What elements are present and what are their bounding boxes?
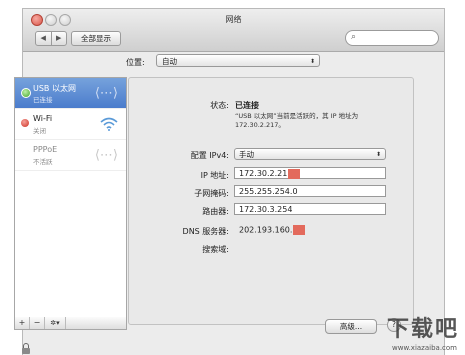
window-title: 网络	[225, 15, 242, 24]
status-description: “USB 以太网”当前是活跃的，其 IP 地址为 172.30.2.217。	[235, 112, 359, 129]
service-status: 已连接	[33, 96, 53, 104]
search-input[interactable]: ⌕	[345, 30, 439, 46]
watermark-url: www.xiazaiba.com	[392, 344, 457, 352]
forward-button[interactable]: ▶	[52, 32, 67, 45]
service-item-usb-ethernet[interactable]: USB 以太网 已连接 ⟨⋯⟩	[15, 78, 126, 109]
ethernet-arrows-icon: ⟨⋯⟩	[94, 148, 118, 163]
location-value: 自动	[162, 57, 177, 66]
redaction-mark	[293, 225, 306, 235]
nav-buttons: ◀ ▶	[35, 31, 67, 46]
watermark-logo: 下载吧 www.xiazaiba.com	[369, 311, 461, 353]
search-domain-label: 搜索域:	[202, 245, 229, 254]
gear-icon[interactable]: ✲▾	[45, 317, 66, 329]
select-arrows-icon: ⬍	[309, 58, 315, 65]
show-all-button[interactable]: 全部显示	[71, 31, 121, 46]
location-select[interactable]: 自动 ⬍	[156, 54, 320, 67]
lock-icon[interactable]	[22, 343, 30, 354]
subnet-mask-value: 255.255.254.0	[239, 187, 298, 196]
remove-service-button[interactable]: −	[30, 317, 45, 329]
service-list-controls: + − ✲▾	[14, 317, 127, 330]
service-name: PPPoE	[33, 145, 58, 154]
service-detail-panel: 状态: 已连接 “USB 以太网”当前是活跃的，其 IP 地址为 172.30.…	[128, 77, 414, 325]
configure-ipv4-value: 手动	[239, 150, 254, 159]
select-arrows-icon: ⬍	[375, 151, 381, 158]
service-name: USB 以太网	[33, 84, 76, 93]
ip-address-field[interactable]: 172.30.2.21	[234, 167, 386, 179]
configure-ipv4-select[interactable]: 手动 ⬍	[234, 148, 386, 160]
ip-address-value: 172.30.2.21	[239, 169, 288, 178]
add-service-button[interactable]: +	[15, 317, 30, 329]
service-item-pppoe[interactable]: PPPoE 不活跃 ⟨⋯⟩	[15, 140, 126, 171]
ethernet-arrows-icon: ⟨⋯⟩	[94, 86, 118, 101]
router-field[interactable]: 172.30.3.254	[234, 203, 386, 215]
title-bar: 网络 ◀ ▶ 全部显示 ⌕	[23, 9, 444, 52]
service-list: USB 以太网 已连接 ⟨⋯⟩ Wi-Fi 关闭 PPPoE 不活跃 ⟨⋯⟩	[14, 77, 127, 319]
service-name: Wi-Fi	[33, 114, 53, 123]
watermark-text: 下载吧	[386, 317, 459, 342]
dns-server-label: DNS 服务器:	[182, 227, 229, 236]
status-label: 状态:	[210, 101, 229, 110]
status-off-icon	[21, 119, 29, 127]
subnet-mask-label: 子网掩码:	[194, 189, 229, 198]
router-value: 172.30.3.254	[239, 205, 293, 214]
router-label: 路由器:	[202, 207, 229, 216]
service-item-wifi[interactable]: Wi-Fi 关闭	[15, 109, 126, 140]
search-icon: ⌕	[351, 32, 357, 42]
dns-server-text: 202.193.160.	[239, 225, 293, 235]
dns-server-value[interactable]: 202.193.160.	[239, 225, 306, 235]
location-label: 位置:	[126, 58, 145, 67]
status-value: 已连接	[235, 101, 259, 110]
configure-ipv4-label: 配置 IPv4:	[190, 151, 229, 160]
wifi-icon	[100, 117, 118, 135]
subnet-mask-field[interactable]: 255.255.254.0	[234, 185, 386, 197]
status-connected-icon	[21, 88, 31, 98]
service-status: 不活跃	[33, 158, 53, 166]
ip-address-label: IP 地址:	[200, 171, 229, 180]
redaction-mark	[288, 168, 301, 179]
back-button[interactable]: ◀	[36, 32, 52, 45]
service-status: 关闭	[33, 127, 46, 135]
